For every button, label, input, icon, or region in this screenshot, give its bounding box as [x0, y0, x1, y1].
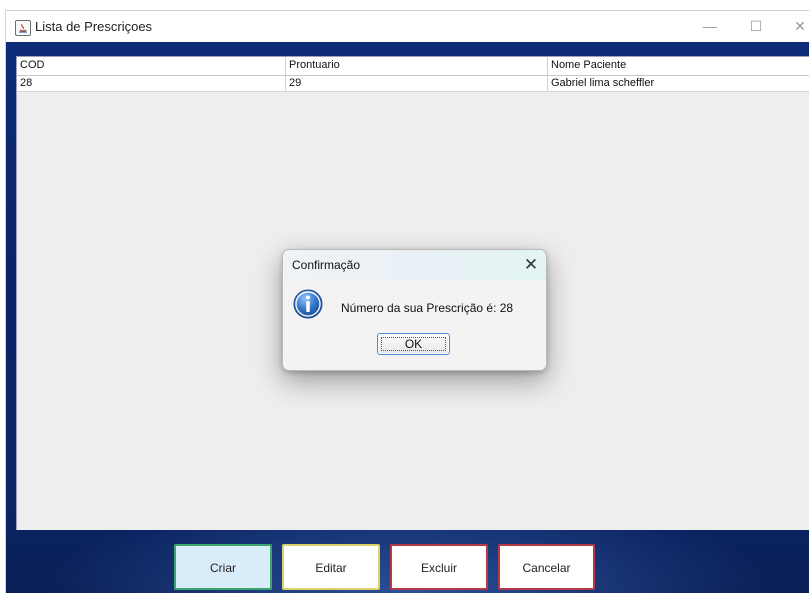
column-header-cod[interactable]: COD [17, 57, 286, 75]
dialog-message: Número da sua Prescrição é: 28 [341, 301, 514, 315]
cell-prontuario[interactable]: 29 [286, 76, 548, 91]
confirmation-dialog: Confirmação ✕ Número da sua Prescrição é… [282, 249, 547, 371]
column-header-prontuario[interactable]: Prontuario [286, 57, 548, 75]
table-row[interactable]: 28 29 Gabriel lima scheffler [17, 76, 809, 92]
editar-button[interactable]: Editar [282, 544, 380, 590]
ok-button[interactable]: OK [377, 333, 450, 355]
minimize-button[interactable]: — [687, 11, 733, 42]
dialog-title-bar[interactable]: Confirmação ✕ [283, 250, 546, 280]
excluir-button[interactable]: Excluir [390, 544, 488, 590]
cell-nome-paciente[interactable]: Gabriel lima scheffler [548, 76, 809, 91]
table-header: COD Prontuario Nome Paciente [17, 57, 809, 76]
dialog-title: Confirmação [292, 258, 361, 272]
title-bar[interactable]: Lista de Prescriçoes — ☐ ✕ [6, 11, 809, 42]
cell-cod[interactable]: 28 [17, 76, 286, 91]
column-header-nome-paciente[interactable]: Nome Paciente [548, 57, 809, 75]
cancelar-button[interactable]: Cancelar [498, 544, 595, 590]
dialog-close-button[interactable]: ✕ [516, 250, 546, 280]
criar-button[interactable]: Criar [174, 544, 272, 590]
java-app-icon [15, 20, 31, 36]
window-title: Lista de Prescriçoes [35, 19, 153, 34]
maximize-button[interactable]: ☐ [733, 11, 779, 42]
ok-button-label: OK [404, 337, 423, 351]
close-window-button[interactable]: ✕ [777, 11, 809, 42]
info-icon [293, 289, 323, 319]
